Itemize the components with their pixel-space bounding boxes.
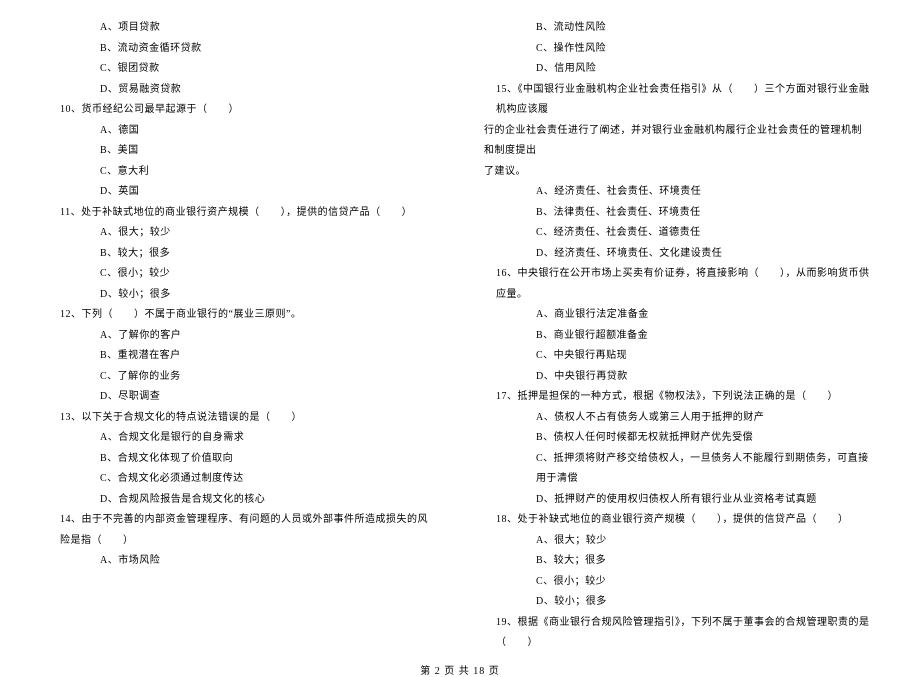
option-line: D、贸易融资贷款 [100,80,436,101]
question-stem-cont: 了建议。 [484,162,872,183]
page-footer: 第 2 页 共 18 页 [48,662,872,677]
question-stem: 18、处于补缺式地位的商业银行资产规模（ ），提供的信贷产品（ ） [496,510,872,531]
option-line: D、中央银行再贷款 [536,367,872,388]
option-line: C、中央银行再贴现 [536,346,872,367]
option-line: D、信用风险 [536,59,872,80]
option-line: A、很大；较少 [536,531,872,552]
option-line: B、重视潜在客户 [100,346,436,367]
option-line: A、合规文化是银行的自身需求 [100,428,436,449]
option-line: C、抵押须将财产移交给债权人，一旦债务人不能履行到期债务，可直接用于清偿 [536,449,872,490]
option-line: B、美国 [100,141,436,162]
option-line: B、商业银行超额准备金 [536,326,872,347]
question-stem-cont: 行的企业社会责任进行了阐述，并对银行业金融机构履行企业社会责任的管理机制和制度提… [484,121,872,162]
option-line: C、合规文化必须通过制度传达 [100,469,436,490]
option-line: D、英国 [100,182,436,203]
option-line: A、很大；较少 [100,223,436,244]
question-stem: 13、以下关于合规文化的特点说法错误的是（ ） [60,408,436,429]
option-line: C、意大利 [100,162,436,183]
option-line: A、市场风险 [100,551,436,572]
left-column: A、项目贷款 B、流动资金循环贷款 C、银团贷款 D、贸易融资贷款 10、货币经… [48,18,436,654]
option-line: A、德国 [100,121,436,142]
option-line: D、尽职调查 [100,387,436,408]
question-stem: 10、货币经纪公司最早起源于（ ） [60,100,436,121]
option-line: B、合规文化体现了价值取向 [100,449,436,470]
question-stem: 12、下列（ ）不属于商业银行的“展业三原则”。 [60,305,436,326]
question-stem: 15、《中国银行业金融机构企业社会责任指引》从（ ）三个方面对银行业金融机构应该… [496,80,872,121]
option-line: A、了解你的客户 [100,326,436,347]
option-line: A、债权人不占有债务人或第三人用于抵押的财产 [536,408,872,429]
option-line: A、商业银行法定准备金 [536,305,872,326]
option-line: B、债权人任何时候都无权就抵押财产优先受偿 [536,428,872,449]
option-line: D、较小；很多 [536,592,872,613]
question-stem: 17、抵押是担保的一种方式，根据《物权法》，下列说法正确的是（ ） [496,387,872,408]
option-line: B、流动资金循环贷款 [100,39,436,60]
page-content: A、项目贷款 B、流动资金循环贷款 C、银团贷款 D、贸易融资贷款 10、货币经… [48,18,872,654]
right-column: B、流动性风险 C、操作性风险 D、信用风险 15、《中国银行业金融机构企业社会… [484,18,872,654]
option-line: B、流动性风险 [536,18,872,39]
question-stem: 11、处于补缺式地位的商业银行资产规模（ ），提供的信贷产品（ ） [60,203,436,224]
option-line: D、较小；很多 [100,285,436,306]
option-line: A、经济责任、社会责任、环境责任 [536,182,872,203]
option-line: C、操作性风险 [536,39,872,60]
option-line: C、很小；较少 [100,264,436,285]
question-stem: 19、根据《商业银行合规风险管理指引》，下列不属于董事会的合规管理职责的是（ ） [496,613,872,654]
option-line: C、了解你的业务 [100,367,436,388]
option-line: D、经济责任、环境责任、文化建设责任 [536,244,872,265]
option-line: B、较大；很多 [100,244,436,265]
option-line: A、项目贷款 [100,18,436,39]
question-stem: 14、由于不完善的内部资金管理程序、有问题的人员或外部事件所造成损失的风险是指（… [60,510,436,551]
option-line: C、银团贷款 [100,59,436,80]
option-line: C、经济责任、社会责任、道德责任 [536,223,872,244]
option-line: D、抵押财产的使用权归债权人所有银行业从业资格考试真题 [536,490,872,511]
option-line: D、合规风险报告是合规文化的核心 [100,490,436,511]
option-line: B、较大；很多 [536,551,872,572]
option-line: C、很小；较少 [536,572,872,593]
question-stem: 16、中央银行在公开市场上买卖有价证券，将直接影响（ ），从而影响货币供应量。 [496,264,872,305]
option-line: B、法律责任、社会责任、环境责任 [536,203,872,224]
